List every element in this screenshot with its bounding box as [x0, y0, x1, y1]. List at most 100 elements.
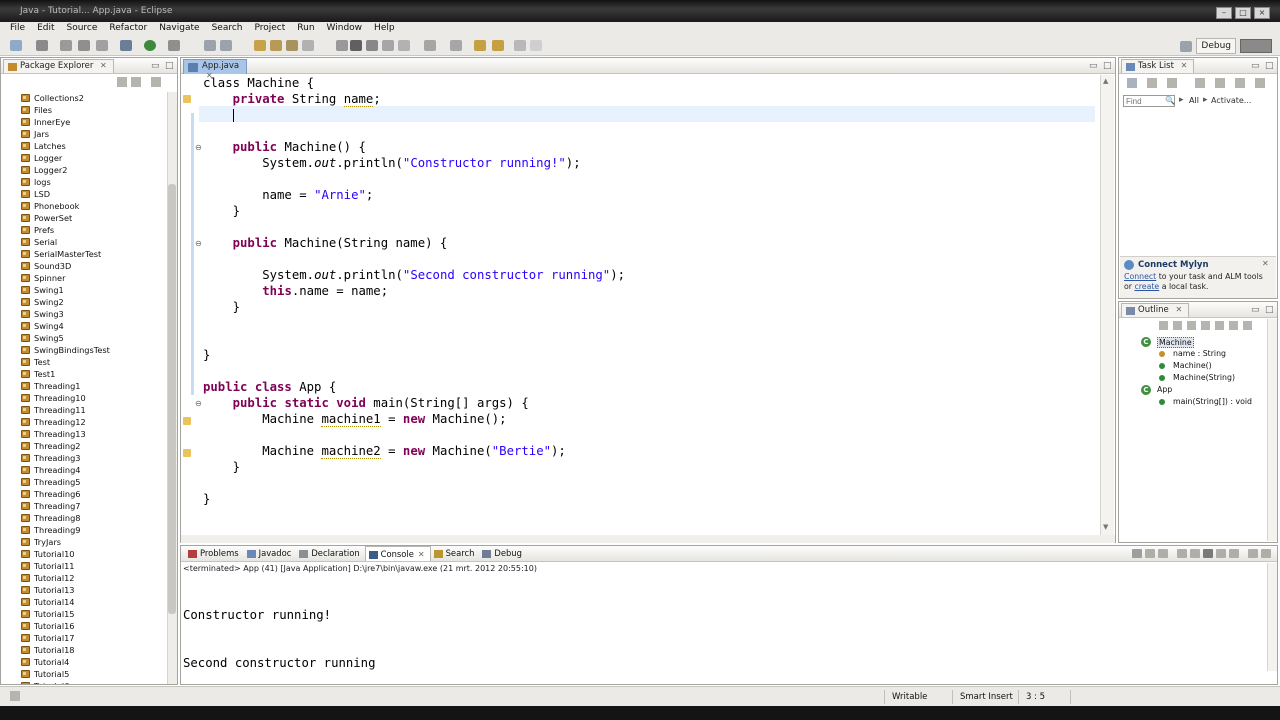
menu-help[interactable]: Help: [368, 22, 401, 36]
close-icon[interactable]: ✕: [1181, 61, 1188, 70]
java-perspective-button[interactable]: [1240, 39, 1272, 53]
menu-run[interactable]: Run: [291, 22, 320, 36]
minimize-view-icon[interactable]: ▭: [1251, 305, 1260, 315]
project-item[interactable]: Logger2: [1, 164, 167, 176]
save-icon[interactable]: [36, 40, 48, 51]
editor-tab-app-java[interactable]: App.java ✕: [183, 59, 247, 80]
project-item[interactable]: Tutorial5: [1, 668, 167, 680]
print-icon[interactable]: [78, 40, 90, 51]
project-item[interactable]: PowerSet: [1, 212, 167, 224]
display-console-icon[interactable]: [1216, 549, 1226, 558]
open-perspective-icon[interactable]: [1180, 40, 1193, 52]
open-task-icon[interactable]: [270, 40, 282, 51]
connect-link[interactable]: Connect: [1124, 272, 1156, 281]
project-item[interactable]: Swing3: [1, 308, 167, 320]
collapse-all-icon[interactable]: [1215, 78, 1225, 88]
console-output[interactable]: Constructor running! Second constructor …: [183, 575, 376, 703]
all-tasks-link[interactable]: All: [1189, 96, 1199, 105]
project-item[interactable]: Collections2: [1, 92, 167, 104]
sort-icon[interactable]: [1173, 321, 1182, 330]
save-all-icon[interactable]: [60, 40, 72, 51]
project-item[interactable]: Threading5: [1, 476, 167, 488]
annotation-icon[interactable]: [336, 40, 348, 51]
new-package-icon[interactable]: [220, 40, 232, 51]
project-item[interactable]: Threading11: [1, 404, 167, 416]
project-item[interactable]: Swing5: [1, 332, 167, 344]
link-editor-icon[interactable]: [131, 77, 141, 87]
fold-icon[interactable]: ⊖: [195, 240, 203, 248]
hide-static-icon[interactable]: [1201, 321, 1210, 330]
project-item[interactable]: Threading6: [1, 488, 167, 500]
tab-problems[interactable]: Problems: [185, 546, 244, 561]
clear-console-icon[interactable]: [1177, 549, 1187, 558]
project-item[interactable]: Logger: [1, 152, 167, 164]
project-item[interactable]: Threading1: [1, 380, 167, 392]
close-icon[interactable]: ✕: [1262, 259, 1269, 268]
outline-item-ctor-machine-string[interactable]: Machine(String): [1173, 373, 1235, 382]
tab-declaration[interactable]: Declaration: [296, 546, 364, 561]
project-item[interactable]: Swing1: [1, 284, 167, 296]
project-item[interactable]: Tutorial18: [1, 644, 167, 656]
minimize-view-icon[interactable]: ▭: [1251, 61, 1260, 71]
hide-local-types-icon[interactable]: [1229, 321, 1238, 330]
activate-task-link[interactable]: Activate...: [1211, 96, 1251, 105]
collapse-all-icon[interactable]: [117, 77, 127, 87]
edit-icon[interactable]: [302, 40, 314, 51]
remove-launch-icon[interactable]: [1145, 549, 1155, 558]
outline-item-app[interactable]: App: [1157, 385, 1172, 394]
project-item[interactable]: Phonebook: [1, 200, 167, 212]
toggle-mark-icon[interactable]: [350, 40, 362, 51]
remove-all-icon[interactable]: [1158, 549, 1168, 558]
scheduled-icon[interactable]: [1167, 78, 1177, 88]
menu-file[interactable]: File: [4, 22, 31, 36]
focus-icon[interactable]: [1195, 78, 1205, 88]
project-item[interactable]: Tutorial17: [1, 632, 167, 644]
pilcrow-icon[interactable]: [398, 40, 410, 51]
tab-debug[interactable]: Debug: [479, 546, 527, 561]
project-item[interactable]: Latches: [1, 140, 167, 152]
task-list-tab[interactable]: Task List ✕: [1121, 59, 1195, 73]
menu-source[interactable]: Source: [61, 22, 104, 36]
search-icon[interactable]: [286, 40, 298, 51]
maximize-editor-icon[interactable]: □: [1103, 61, 1112, 71]
project-item[interactable]: Tutorial16: [1, 620, 167, 632]
maximize-view-icon[interactable]: □: [165, 61, 174, 71]
prev-annotation-icon[interactable]: [450, 40, 462, 51]
external-tools-icon[interactable]: [168, 40, 180, 51]
project-item[interactable]: InnerEye: [1, 116, 167, 128]
menu-window[interactable]: Window: [321, 22, 369, 36]
project-item[interactable]: Threading7: [1, 500, 167, 512]
project-item[interactable]: SerialMasterTest: [1, 248, 167, 260]
package-explorer-scroll-thumb[interactable]: [168, 184, 176, 614]
warning-marker-icon[interactable]: [183, 417, 191, 425]
menu-refactor[interactable]: Refactor: [103, 22, 153, 36]
project-item[interactable]: Serial: [1, 236, 167, 248]
minimize-button[interactable]: –: [1216, 7, 1232, 19]
hide-nonpublic-icon[interactable]: [1215, 321, 1224, 330]
project-item[interactable]: Threading13: [1, 428, 167, 440]
maximize-view-icon[interactable]: □: [1265, 305, 1274, 315]
project-item[interactable]: Files: [1, 104, 167, 116]
project-item[interactable]: Threading9: [1, 524, 167, 536]
create-task-link[interactable]: create: [1134, 282, 1159, 291]
project-item[interactable]: Threading10: [1, 392, 167, 404]
project-item[interactable]: Prefs: [1, 224, 167, 236]
terminate-icon[interactable]: [1132, 549, 1142, 558]
code-text[interactable]: class Machine { private String name; pub…: [203, 75, 1093, 535]
open-console-icon[interactable]: [1229, 549, 1239, 558]
editor-horizontal-scrollbar[interactable]: [181, 535, 1115, 543]
project-item[interactable]: Tutorial12: [1, 572, 167, 584]
minimize-editor-icon[interactable]: ▭: [1089, 61, 1098, 71]
scroll-up-icon[interactable]: ▲: [1103, 77, 1108, 85]
new-icon[interactable]: [10, 40, 22, 51]
menu-project[interactable]: Project: [248, 22, 291, 36]
outline-item-machine[interactable]: Machine: [1157, 337, 1194, 348]
fold-icon[interactable]: ⊖: [195, 144, 203, 152]
project-item[interactable]: Test: [1, 356, 167, 368]
close-window-button[interactable]: ×: [1254, 7, 1270, 19]
debug-icon[interactable]: [120, 40, 132, 51]
project-item[interactable]: Test1: [1, 368, 167, 380]
menu-search[interactable]: Search: [206, 22, 249, 36]
project-item[interactable]: Threading2: [1, 440, 167, 452]
run-icon[interactable]: [144, 40, 156, 51]
